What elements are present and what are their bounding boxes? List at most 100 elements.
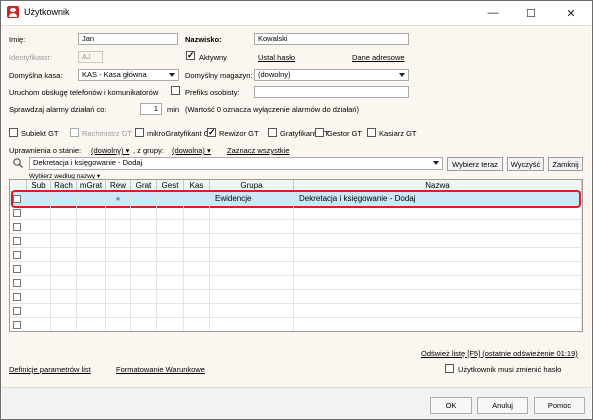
table-row[interactable] <box>10 206 582 220</box>
row-checkbox[interactable] <box>13 279 21 287</box>
zaznacz-wszystkie-link[interactable]: Zaznacz wszystkie <box>227 146 290 155</box>
wyczysc-button[interactable]: Wyczyść <box>507 157 544 171</box>
grid-cell <box>77 248 106 261</box>
identyfikator-label: Identyfikator: <box>9 53 52 62</box>
grupa-dropdown[interactable]: (dowolna) ▾ <box>172 146 211 155</box>
grid-cell <box>131 248 157 261</box>
pomoc-button[interactable]: Pomoc <box>534 397 585 414</box>
grid-cell <box>131 276 157 289</box>
grid-cell <box>51 276 77 289</box>
row-checkbox[interactable] <box>13 321 21 329</box>
user-dialog: Użytkownik — ☐ ✕ Imię: Jan Nazwisko: Kow… <box>0 0 593 420</box>
minimize-button[interactable]: — <box>473 1 513 25</box>
grupa-cell <box>210 276 294 289</box>
formatowanie-link[interactable]: Formatowanie Warunkowe <box>116 365 205 374</box>
definicje-link[interactable]: Definicje parametrów list <box>9 365 91 374</box>
module-checkbox[interactable] <box>367 128 376 137</box>
dane-adresowe-link[interactable]: Dane adresowe <box>352 53 405 62</box>
module-checkbox[interactable] <box>315 128 324 137</box>
stan-dropdown[interactable]: (dowolny) ▾ <box>91 146 129 155</box>
grid-cell <box>131 318 157 331</box>
anuluj-button[interactable]: Anuluj <box>477 397 528 414</box>
imie-field[interactable]: Jan <box>78 33 178 45</box>
grid-cell <box>51 234 77 247</box>
search-icon <box>12 157 24 169</box>
module-checkbox[interactable] <box>268 128 277 137</box>
row-checkbox[interactable] <box>13 209 21 217</box>
row-checkbox[interactable] <box>13 237 21 245</box>
window-title: Użytkownik <box>24 7 70 17</box>
grid-cell <box>27 304 51 317</box>
grid-cell <box>27 248 51 261</box>
rew-cell <box>106 276 131 289</box>
magazyn-value: (dowolny) <box>258 70 291 79</box>
prefiks-field[interactable] <box>254 86 409 98</box>
rew-cell <box>106 304 131 317</box>
module-checkbox[interactable] <box>135 128 144 137</box>
module-checkbox[interactable] <box>9 128 18 137</box>
grid-cell <box>51 318 77 331</box>
row-checkbox[interactable] <box>13 223 21 231</box>
row-checkbox[interactable] <box>13 307 21 315</box>
grid-cell <box>157 290 184 303</box>
grid-cell <box>51 304 77 317</box>
odswiez-link[interactable]: Odśwież listę [F5] (ostatnie odświeżenie… <box>421 349 578 358</box>
alarmy-field[interactable]: 1 <box>140 103 162 115</box>
row-checkbox[interactable] <box>13 265 21 273</box>
table-row[interactable] <box>10 304 582 318</box>
close-button[interactable]: ✕ <box>551 1 591 25</box>
grupa-cell <box>210 304 294 317</box>
grid-cell <box>131 290 157 303</box>
nazwisko-label: Nazwisko: <box>185 35 222 44</box>
grid-cell <box>51 248 77 261</box>
row-checkbox[interactable] <box>13 293 21 301</box>
permission-select[interactable]: Dekretacja i księgowanie - Dodaj <box>29 157 443 170</box>
table-row[interactable] <box>10 318 582 331</box>
table-row[interactable] <box>10 276 582 290</box>
module-checkbox[interactable] <box>207 126 216 138</box>
grid-cell <box>27 262 51 275</box>
grid-cell <box>184 234 210 247</box>
nazwisko-field[interactable]: Kowalski <box>254 33 409 45</box>
grid-cell <box>51 290 77 303</box>
permissions-grid[interactable]: Sub Rach mGrat Rew Grat Gest Kas Grupa Nazwa ● Ew… <box>9 179 583 332</box>
nazwa-cell <box>294 276 582 289</box>
table-row[interactable] <box>10 220 582 234</box>
grid-cell <box>77 234 106 247</box>
grid-cell <box>131 262 157 275</box>
grupa-value: (dowolna) <box>172 146 205 155</box>
table-row[interactable] <box>10 234 582 248</box>
musi-zmienic-checkbox[interactable] <box>445 364 454 373</box>
alarmy-label: Sprawdzaj alarmy działań co: <box>9 105 107 114</box>
aktywny-label: Aktywny <box>199 53 227 62</box>
table-row[interactable]: ● Ewidencje Dekretacja i księgowanie - Dod… <box>10 190 582 208</box>
kasa-select[interactable]: KAS - Kasa główna <box>78 69 179 81</box>
module-checkbox <box>70 128 79 137</box>
grid-cell <box>157 206 184 219</box>
nazwa-cell <box>294 220 582 233</box>
table-row[interactable] <box>10 262 582 276</box>
ustal-haslo-link[interactable]: Ustal hasło <box>258 53 295 62</box>
maximize-button[interactable]: ☐ <box>511 1 551 25</box>
module-label: Kasiarz GT <box>379 129 417 138</box>
uruchom-label: Uruchom obsługę telefonów i komunikatoró… <box>9 88 159 97</box>
grid-cell <box>131 304 157 317</box>
uruchom-checkbox[interactable] <box>171 86 180 95</box>
grupa-cell <box>210 220 294 233</box>
module-label: Subiekt GT <box>21 129 59 138</box>
wybierz-teraz-button[interactable]: Wybierz teraz <box>447 157 503 171</box>
grid-cell <box>184 276 210 289</box>
user-icon <box>7 6 19 18</box>
aktywny-checkbox[interactable] <box>186 49 195 61</box>
table-row[interactable] <box>10 248 582 262</box>
grid-cell <box>157 262 184 275</box>
rew-cell <box>106 248 131 261</box>
footer-bar: OK Anuluj Pomoc <box>2 387 591 419</box>
ok-button[interactable]: OK <box>430 397 472 414</box>
table-row[interactable] <box>10 290 582 304</box>
grupa-cell <box>210 248 294 261</box>
row-checkbox[interactable] <box>13 251 21 259</box>
grid-cell <box>27 206 51 219</box>
magazyn-select[interactable]: (dowolny) <box>254 69 409 81</box>
zamknij-button[interactable]: Zamknij <box>548 157 583 171</box>
